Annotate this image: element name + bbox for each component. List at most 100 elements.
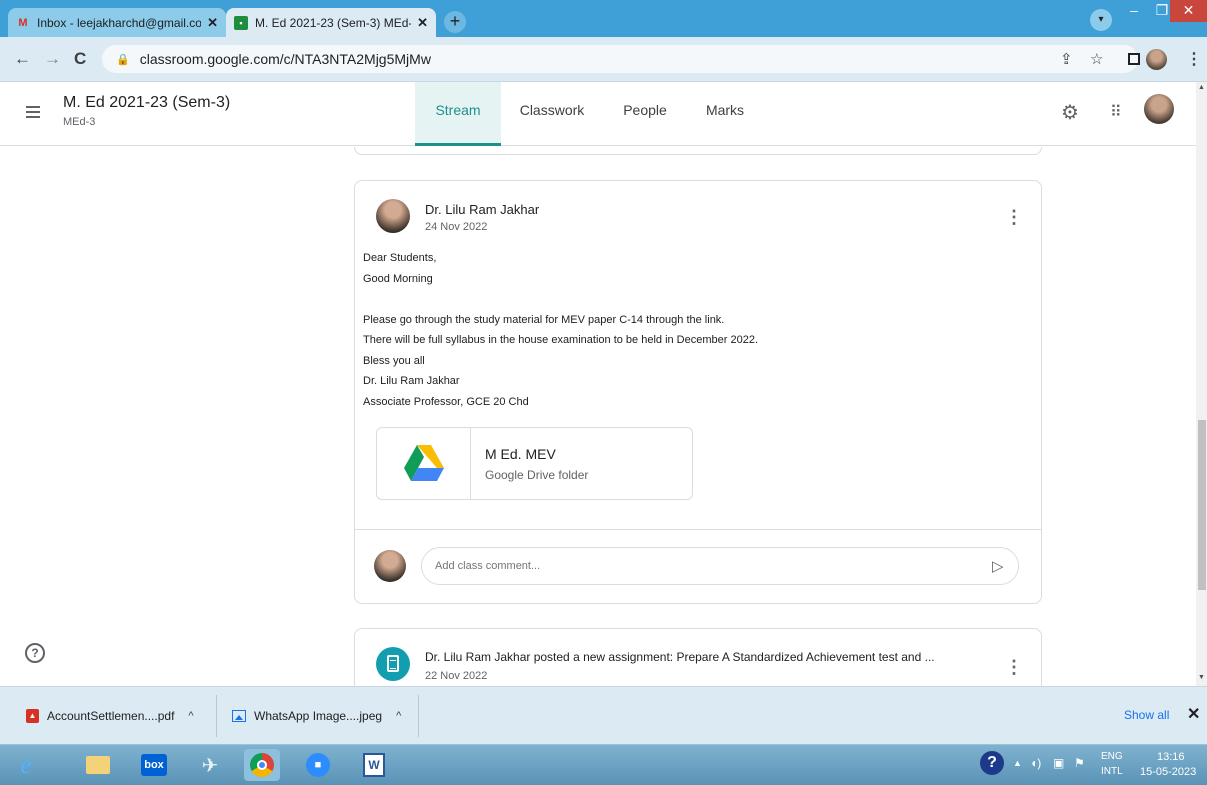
- post-body: Dear Students, Good Morning Please go th…: [363, 248, 758, 412]
- tab-classroom[interactable]: ▪ M. Ed 2021-23 (Sem-3) MEd-3 ✕: [226, 8, 436, 37]
- zoom-icon[interactable]: ■: [300, 749, 336, 781]
- class-comment-input[interactable]: [421, 547, 1019, 585]
- assignment-summary: Dr. Lilu Ram Jakhar posted a new assignm…: [425, 650, 935, 664]
- drive-attachment[interactable]: M Ed. MEV Google Drive folder: [376, 427, 693, 500]
- reload-icon[interactable]: C: [74, 49, 86, 69]
- download-filename: WhatsApp Image....jpeg: [254, 709, 383, 723]
- account-avatar[interactable]: [1144, 94, 1174, 124]
- post-line: [363, 289, 758, 310]
- attachment-thumbnail: [377, 428, 471, 499]
- new-tab-button[interactable]: +: [444, 11, 466, 33]
- commenter-avatar: [374, 550, 406, 582]
- close-downloads-icon[interactable]: ✕: [1187, 704, 1200, 724]
- main-menu-icon[interactable]: [26, 106, 40, 118]
- assignment-date: 22 Nov 2022: [425, 670, 488, 682]
- show-hidden-icons-icon[interactable]: ▲: [1013, 758, 1022, 785]
- image-file-icon: [232, 710, 246, 722]
- classroom-header: M. Ed 2021-23 (Sem-3) MEd-3 Stream Class…: [0, 82, 1196, 146]
- chevron-up-icon[interactable]: ^: [396, 710, 401, 722]
- class-section: MEd-3: [63, 116, 96, 128]
- url-text: classroom.google.com/c/NTA3NTA2Mjg5MjMw: [139, 51, 431, 67]
- download-filename: AccountSettlemen....pdf: [47, 709, 175, 723]
- post-options-icon[interactable]: ⋮: [1005, 207, 1023, 228]
- page-scrollbar[interactable]: [1196, 82, 1207, 686]
- side-panel-icon[interactable]: [1128, 53, 1140, 65]
- class-title[interactable]: M. Ed 2021-23 (Sem-3): [63, 94, 230, 112]
- stream-feed: Dr. Lilu Ram Jakhar 24 Nov 2022 ⋮ Dear S…: [0, 147, 1196, 686]
- google-drive-icon: [404, 445, 444, 481]
- post-date: 24 Nov 2022: [425, 221, 488, 233]
- windows-taskbar: e box ✈ ■ W ? ▲ ◖) ▣ ⚑ ENG INTL 13:16 15…: [0, 744, 1207, 785]
- post-line: Please go through the study material for…: [363, 313, 725, 326]
- browser-toolbar: ← → C 🔒 classroom.google.com/c/NTA3NTA2M…: [0, 37, 1207, 82]
- chrome-icon[interactable]: [244, 749, 280, 781]
- browser-tab-bar: M Inbox - leejakharchd@gmail.com ✕ ▪ M. …: [0, 0, 1207, 37]
- file-explorer-icon[interactable]: [80, 749, 116, 781]
- comment-divider: [355, 529, 1041, 530]
- lock-icon: 🔒: [116, 53, 130, 66]
- download-separator: [216, 695, 217, 737]
- apps-grid-icon[interactable]: ⠿: [1110, 102, 1122, 122]
- author-avatar: [376, 199, 410, 233]
- assignment-post-card[interactable]: Dr. Lilu Ram Jakhar posted a new assignm…: [354, 628, 1042, 686]
- minimize-icon[interactable]: –: [1120, 0, 1148, 22]
- profile-avatar[interactable]: [1146, 49, 1167, 70]
- tab-stream[interactable]: Stream: [415, 82, 501, 146]
- help-tray-icon[interactable]: ?: [980, 751, 1004, 775]
- tab-title: Inbox - leejakharchd@gmail.com: [37, 15, 202, 30]
- tab-search-icon[interactable]: ▾: [1090, 9, 1112, 31]
- attachment-type: Google Drive folder: [485, 468, 589, 482]
- box-app-icon[interactable]: box: [136, 749, 172, 781]
- share-icon[interactable]: ⇪: [1060, 50, 1073, 68]
- chevron-up-icon[interactable]: ^: [188, 710, 193, 722]
- network-icon[interactable]: ▣: [1053, 756, 1064, 785]
- close-tab-icon[interactable]: ✕: [417, 15, 428, 31]
- tab-gmail-inbox[interactable]: M Inbox - leejakharchd@gmail.com ✕: [8, 8, 226, 37]
- tab-marks[interactable]: Marks: [694, 82, 756, 146]
- clock-time[interactable]: 13:16: [1157, 751, 1185, 763]
- download-item-pdf[interactable]: ▲ AccountSettlemen....pdf ^: [26, 687, 194, 745]
- scrollbar-thumb[interactable]: [1198, 420, 1206, 590]
- tab-classwork[interactable]: Classwork: [508, 82, 596, 146]
- bookmark-star-icon[interactable]: ☆: [1090, 50, 1103, 68]
- announcement-card: Dr. Lilu Ram Jakhar 24 Nov 2022 ⋮ Dear S…: [354, 180, 1042, 604]
- attachment-title: M Ed. MEV: [485, 446, 556, 462]
- send-icon[interactable]: ▷: [992, 557, 1004, 575]
- tab-people[interactable]: People: [612, 82, 678, 146]
- download-item-image[interactable]: WhatsApp Image....jpeg ^: [232, 687, 401, 745]
- post-author: Dr. Lilu Ram Jakhar: [425, 202, 540, 217]
- classroom-icon: ▪: [234, 15, 248, 30]
- tab-title: M. Ed 2021-23 (Sem-3) MEd-3: [255, 15, 412, 30]
- rocket-app-icon[interactable]: ✈: [192, 749, 228, 781]
- language-indicator[interactable]: ENG: [1101, 751, 1123, 762]
- post-line: There will be full syllabus in the house…: [363, 334, 759, 346]
- clock-date[interactable]: 15-05-2023: [1140, 766, 1196, 778]
- address-bar[interactable]: 🔒 classroom.google.com/c/NTA3NTA2Mjg5MjM…: [102, 45, 1138, 73]
- close-tab-icon[interactable]: ✕: [207, 15, 218, 31]
- downloads-bar: ▲ AccountSettlemen....pdf ^ WhatsApp Ima…: [0, 686, 1207, 744]
- post-line: Associate Professor, GCE 20 Chd: [363, 395, 529, 408]
- scroll-down-arrow-icon[interactable]: ▼: [1198, 674, 1205, 681]
- volume-icon[interactable]: ◖): [1030, 756, 1041, 785]
- show-all-downloads-button[interactable]: Show all: [1124, 708, 1169, 722]
- help-icon[interactable]: ?: [25, 643, 45, 663]
- assignment-icon: [376, 647, 410, 681]
- pdf-file-icon: ▲: [26, 709, 39, 723]
- back-icon[interactable]: ←: [14, 49, 31, 69]
- download-separator: [418, 695, 419, 737]
- chrome-menu-icon[interactable]: ⋮: [1186, 49, 1202, 69]
- close-window-icon[interactable]: ✕: [1170, 0, 1207, 22]
- post-line: Dr. Lilu Ram Jakhar: [363, 375, 460, 387]
- forward-icon[interactable]: →: [44, 49, 61, 69]
- previous-post-card: [354, 147, 1042, 155]
- gmail-icon: M: [18, 16, 28, 29]
- post-line: Bless you all: [363, 354, 425, 367]
- action-center-flag-icon[interactable]: ⚑: [1074, 756, 1085, 785]
- internet-explorer-icon[interactable]: e: [8, 749, 44, 781]
- assignment-options-icon[interactable]: ⋮: [1005, 657, 1023, 678]
- scroll-up-arrow-icon[interactable]: ▲: [1198, 84, 1205, 91]
- word-icon[interactable]: W: [356, 749, 392, 781]
- settings-gear-icon[interactable]: ⚙: [1061, 100, 1079, 125]
- keyboard-layout-indicator[interactable]: INTL: [1101, 766, 1123, 777]
- post-line: Good Morning: [363, 272, 433, 285]
